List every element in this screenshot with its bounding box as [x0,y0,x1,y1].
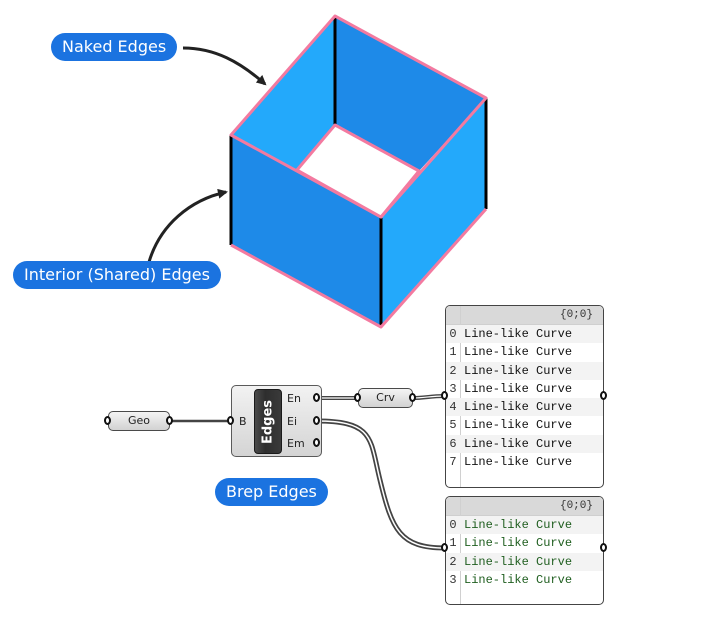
brep-edges-callout: Brep Edges [215,478,328,506]
row-index: 6 [449,436,457,451]
output-grip-en[interactable] [313,393,320,402]
naked-edges-arrow [182,46,267,86]
component-nickname-plate: Edges [254,389,282,454]
row-value: Line-like Curve [464,400,573,415]
row-index: 1 [449,536,457,551]
geo-param[interactable]: Geo [108,411,170,431]
output-grip-em[interactable] [313,438,320,447]
interior-edges-panel[interactable]: {0;0} 0 Line-like Curve 1 Line-like Curve … [445,496,604,605]
panel-row: 1 Line-like Curve [446,343,603,361]
output-grip-ei[interactable] [313,416,320,425]
geo-input-grip[interactable] [104,416,111,425]
panel-row: 6 Line-like Curve [446,434,603,454]
row-value: Line-like Curve [464,418,573,433]
row-value: Line-like Curve [464,536,573,551]
row-value: Line-like Curve [464,518,573,532]
row-index: 7 [449,455,457,470]
brep-edges-component[interactable]: B Edges En Ei Em [231,385,322,457]
crv-input-grip[interactable] [354,393,361,402]
panel-rows: 0 Line-like Curve 1 Line-like Curve 2 Line-… [446,325,603,471]
panel-rows: 0 Line-like Curve 1 Line-like Curve 2 Line-… [446,516,603,589]
panel-row: 7 Line-like Curve [446,453,603,471]
crv-param-label: Crv [376,391,395,404]
row-value: Line-like Curve [464,381,573,396]
row-value: Line-like Curve [464,455,573,470]
row-index: 3 [449,381,457,396]
output-port-em[interactable]: Em [287,437,305,450]
panel-row: 2 Line-like Curve [446,552,603,571]
row-value: Line-like Curve [464,345,573,360]
geo-output-grip[interactable] [166,416,173,425]
row-value: Line-like Curve [464,327,573,341]
diagram-canvas [147,14,488,551]
row-index: 0 [449,327,457,341]
panel-path-header: {0;0} [446,306,603,325]
row-index: 3 [449,572,457,587]
input-port-b[interactable]: B [239,415,247,428]
panel-row: 3 Line-like Curve [446,571,603,589]
row-index: 4 [449,400,457,415]
open-box-brep [229,14,488,329]
panel-row: 2 Line-like Curve [446,361,603,380]
output-port-ei[interactable]: Ei [287,415,297,428]
panel-row: 5 Line-like Curve [446,416,603,434]
wire-ei-to-panel2-inner [316,420,446,549]
panel2-output-grip[interactable] [600,543,607,552]
interior-edges-callout: Interior (Shared) Edges [13,261,221,289]
interior-edges-arrow [147,188,228,263]
row-index: 5 [449,418,457,433]
panel1-input-grip[interactable] [441,391,448,400]
row-value: Line-like Curve [464,572,573,587]
geo-param-label: Geo [127,414,151,427]
row-value: Line-like Curve [464,554,573,569]
row-value: Line-like Curve [464,363,573,378]
crv-param[interactable]: Crv [358,388,413,408]
crv-output-grip[interactable] [409,393,416,402]
row-index: 2 [449,554,457,569]
panel2-input-grip[interactable] [441,543,448,552]
panel-row: 3 Line-like Curve [446,380,603,398]
panel-row: 1 Line-like Curve [446,534,603,552]
row-index: 0 [449,518,457,532]
naked-edges-panel[interactable]: {0;0} 0 Line-like Curve 1 Line-like Curve … [445,305,604,488]
row-index: 1 [449,345,457,360]
output-port-en[interactable]: En [287,392,301,405]
panel-row: 4 Line-like Curve [446,398,603,417]
panel-row: 0 Line-like Curve [446,516,603,535]
panel-path-header: {0;0} [446,497,603,516]
component-nickname: Edges [260,399,276,444]
row-value: Line-like Curve [464,436,573,451]
panel-row: 0 Line-like Curve [446,325,603,344]
panel1-output-grip[interactable] [600,391,607,400]
row-index: 2 [449,363,457,378]
input-grip-b[interactable] [227,416,234,425]
naked-edges-callout: Naked Edges [51,33,178,61]
